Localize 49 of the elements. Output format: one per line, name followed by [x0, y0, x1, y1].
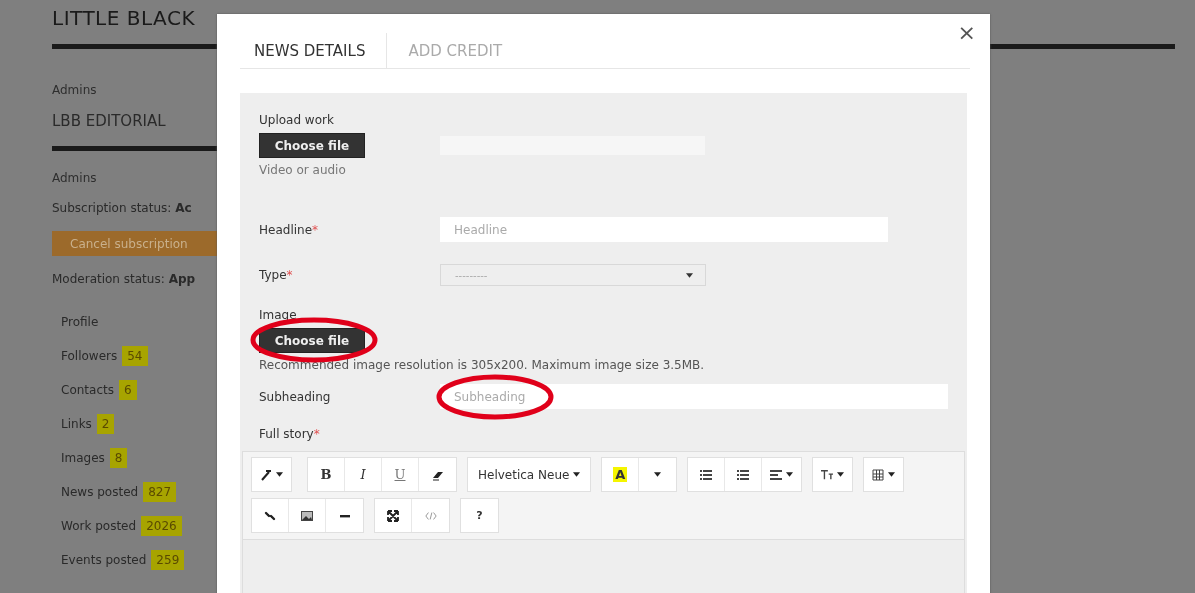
- field-label: Headline*: [259, 222, 320, 237]
- section-label: Admins: [52, 83, 98, 97]
- profile-link[interactable]: Work posted: [61, 518, 137, 533]
- field-label: Full story*: [259, 427, 321, 441]
- profile-link[interactable]: Images: [61, 450, 105, 465]
- wand-icon: [260, 468, 272, 481]
- list-icon: [700, 468, 713, 481]
- status-label: Subscription status:: [52, 201, 172, 215]
- count-badge: 54: [122, 345, 148, 366]
- text-field[interactable]: Subheading: [440, 384, 948, 409]
- field-label: Type*: [259, 268, 294, 282]
- choose-file-button[interactable]: Choose file: [259, 328, 365, 353]
- profile-link[interactable]: Contacts: [61, 382, 114, 397]
- text-field[interactable]: Headline: [440, 217, 888, 242]
- profile-link[interactable]: Links: [61, 416, 92, 431]
- table-icon: [872, 468, 885, 481]
- list-icon: [737, 468, 750, 481]
- link-icon: [264, 509, 276, 522]
- caret-icon: [686, 272, 693, 278]
- field-label: Upload work: [259, 113, 335, 127]
- profile-link[interactable]: Events posted: [61, 552, 147, 567]
- field-label: Subheading: [259, 389, 332, 404]
- section-label: Admins: [52, 171, 98, 185]
- code-icon: [424, 509, 437, 522]
- image-icon: [301, 509, 313, 522]
- count-badge: 2026: [141, 515, 182, 536]
- page-title: LITTLE BLACK: [52, 6, 195, 30]
- profile-link[interactable]: Profile: [61, 314, 99, 329]
- profile-link[interactable]: News posted: [61, 484, 139, 499]
- section-heading: LBB EDITORIAL: [52, 112, 166, 130]
- count-badge: 6: [118, 379, 137, 400]
- choose-file-button[interactable]: Choose file: [259, 133, 365, 158]
- text-size-icon: [821, 468, 834, 481]
- field-hint: Video or audio: [259, 163, 347, 177]
- status-label: Moderation status:: [52, 272, 165, 286]
- field-hint: Recommended image resolution is 305x200. Maximum image size 3.5MB.: [259, 358, 706, 372]
- cancel-subscription-button[interactable]: Cancel subscription: [52, 231, 217, 256]
- fullscreen-icon: [387, 509, 399, 522]
- count-badge: 259: [151, 549, 185, 570]
- status-value: App: [168, 272, 196, 286]
- type-select[interactable]: ---------: [440, 264, 706, 286]
- close-button[interactable]: ×: [957, 20, 976, 45]
- profile-link[interactable]: Followers: [61, 348, 118, 363]
- status-value: Ac: [175, 201, 192, 215]
- count-badge: 8: [109, 447, 128, 468]
- field-label: Image: [259, 308, 298, 322]
- count-badge: 2: [96, 413, 115, 434]
- align-icon: [770, 468, 783, 481]
- count-badge: 827: [143, 481, 177, 502]
